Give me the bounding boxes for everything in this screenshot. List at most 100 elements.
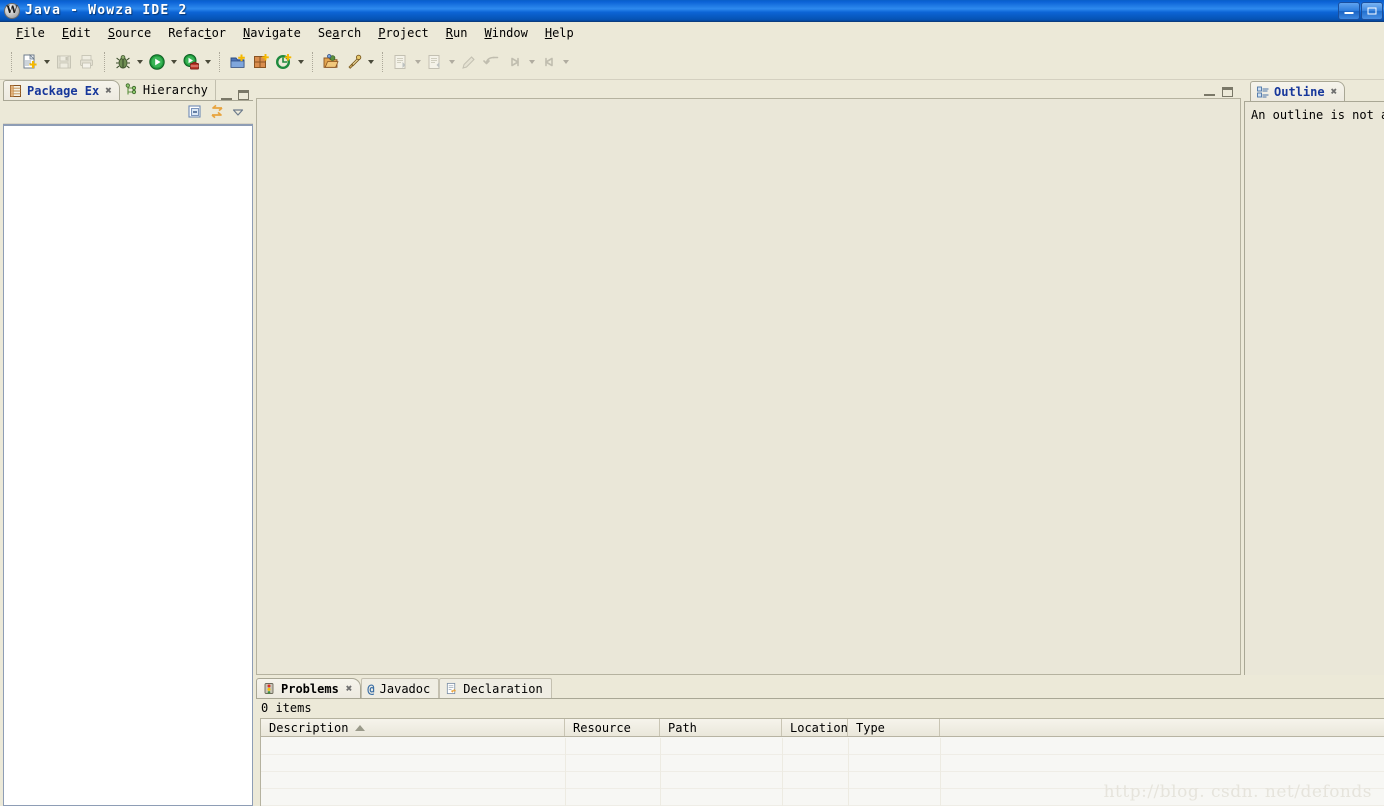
view-menu-icon[interactable] <box>231 105 245 119</box>
forward-dropdown-arrow <box>560 50 571 73</box>
application-icon-letter: W <box>6 4 18 16</box>
maximize-button[interactable] <box>1361 1 1383 20</box>
menu-source[interactable]: Source <box>100 24 160 42</box>
problems-items-count: 0 items <box>256 699 1384 717</box>
toolbar-group-open <box>319 50 376 73</box>
link-with-editor-icon[interactable] <box>208 104 226 120</box>
column-divider <box>660 738 661 806</box>
toolbar-group-navigation <box>389 50 571 73</box>
problems-tabbar: Problems ✖ @ Javadoc Declaration <box>256 678 1384 699</box>
tab-hierarchy[interactable]: Hierarchy <box>120 80 216 100</box>
column-divider <box>782 738 783 806</box>
table-row[interactable] <box>261 755 1384 772</box>
problems-table-header: Description Resource Path Location Type <box>261 719 1384 737</box>
menu-project[interactable]: Project <box>370 24 438 42</box>
next-annotation-dropdown-arrow <box>412 50 423 73</box>
column-header-type[interactable]: Type <box>848 719 940 736</box>
tab-package-explorer[interactable]: Package Ex ✖ <box>3 80 120 100</box>
package-explorer-tree[interactable] <box>3 124 253 806</box>
previous-annotation-dropdown-arrow <box>446 50 457 73</box>
column-divider <box>848 738 849 806</box>
outline-tabbar: Outline ✖ <box>1244 80 1384 101</box>
package-explorer-tabbar: Package Ex ✖ Hierarchy <box>3 80 253 101</box>
menu-edit[interactable]: Edit <box>54 24 100 42</box>
minimize-editor-button[interactable] <box>1204 87 1215 96</box>
new-class-dropdown-arrow[interactable] <box>295 50 306 73</box>
run-dropdown-arrow[interactable] <box>168 50 179 73</box>
debug-dropdown-arrow[interactable] <box>134 50 145 73</box>
menu-search[interactable]: Search <box>310 24 370 42</box>
tab-javadoc[interactable]: @ Javadoc <box>361 678 440 698</box>
toolbar-separator <box>312 51 313 72</box>
maximize-view-button[interactable] <box>238 90 249 100</box>
editor-canvas[interactable] <box>256 98 1241 675</box>
last-edit-location-icon <box>457 50 480 73</box>
search-icon[interactable] <box>342 50 365 73</box>
minimize-view-button[interactable] <box>221 91 232 100</box>
tab-outline[interactable]: Outline ✖ <box>1250 81 1346 101</box>
column-header-location-label: Location <box>790 720 848 735</box>
close-icon[interactable]: ✖ <box>346 682 353 695</box>
column-header-location[interactable]: Location <box>782 719 848 736</box>
run-external-tools-icon[interactable] <box>179 50 202 73</box>
menu-window[interactable]: Window <box>476 24 536 42</box>
debug-icon[interactable] <box>111 50 134 73</box>
new-java-project-icon[interactable] <box>226 50 249 73</box>
column-header-description[interactable]: Description <box>261 719 565 736</box>
column-header-path-label: Path <box>668 720 697 735</box>
menu-navigate[interactable]: Navigate <box>235 24 310 42</box>
tab-problems[interactable]: Problems ✖ <box>256 678 362 698</box>
toolbar-separator <box>11 51 12 72</box>
run-icon[interactable] <box>145 50 168 73</box>
maximize-editor-button[interactable] <box>1222 87 1233 97</box>
tab-declaration[interactable]: Declaration <box>439 678 552 698</box>
column-divider <box>565 738 566 806</box>
toolbar-group-launch <box>111 50 213 73</box>
editor-area <box>256 80 1241 675</box>
run-external-tools-dropdown-arrow[interactable] <box>202 50 213 73</box>
menu-run[interactable]: Run <box>438 24 477 42</box>
column-header-type-label: Type <box>856 720 885 735</box>
menu-refactor[interactable]: Refactor <box>160 24 235 42</box>
package-explorer-icon <box>10 84 21 97</box>
problems-table-body[interactable] <box>261 738 1384 806</box>
problems-view: Problems ✖ @ Javadoc Declaration 0 items… <box>256 678 1384 806</box>
column-header-filler <box>940 719 1384 736</box>
search-dropdown-arrow[interactable] <box>365 50 376 73</box>
menu-file[interactable]: File <box>8 24 54 42</box>
menu-bar: File Edit Source Refactor Navigate Searc… <box>0 22 1384 44</box>
new-wizard-dropdown-arrow[interactable] <box>41 50 52 73</box>
new-wizard-icon[interactable] <box>18 50 41 73</box>
column-divider <box>940 738 941 806</box>
application-icon: W <box>4 2 20 19</box>
column-header-description-label: Description <box>269 720 349 735</box>
column-header-resource[interactable]: Resource <box>565 719 660 736</box>
table-row[interactable] <box>261 772 1384 789</box>
tab-hierarchy-label: Hierarchy <box>142 83 208 97</box>
editor-tabbar <box>256 80 1241 100</box>
close-icon[interactable]: ✖ <box>105 84 112 97</box>
problems-table[interactable]: Description Resource Path Location Type <box>260 718 1384 806</box>
tab-javadoc-label: Javadoc <box>379 681 431 696</box>
new-class-icon[interactable] <box>272 50 295 73</box>
window-controls <box>1337 1 1384 20</box>
sort-ascending-icon <box>355 724 366 731</box>
collapse-all-icon[interactable] <box>187 104 203 120</box>
table-row[interactable] <box>261 738 1384 755</box>
back-history-icon <box>503 50 526 73</box>
menu-help[interactable]: Help <box>537 24 583 42</box>
window-title: Java - Wowza IDE 2 <box>25 3 188 18</box>
toolbar-group-file <box>18 50 98 73</box>
declaration-icon <box>447 682 457 695</box>
table-row[interactable] <box>261 789 1384 806</box>
open-type-icon[interactable] <box>319 50 342 73</box>
package-explorer-view: Package Ex ✖ Hierarchy <box>3 80 253 806</box>
minimize-button[interactable] <box>1338 1 1360 20</box>
outline-view: Outline ✖ An outline is not available. <box>1244 80 1384 675</box>
next-annotation-icon <box>389 50 412 73</box>
save-icon <box>52 50 75 73</box>
new-package-icon[interactable] <box>249 50 272 73</box>
column-header-path[interactable]: Path <box>660 719 782 736</box>
close-icon[interactable]: ✖ <box>1331 85 1338 98</box>
workbench-area: Package Ex ✖ Hierarchy Outline ✖ An outl… <box>0 80 1384 806</box>
